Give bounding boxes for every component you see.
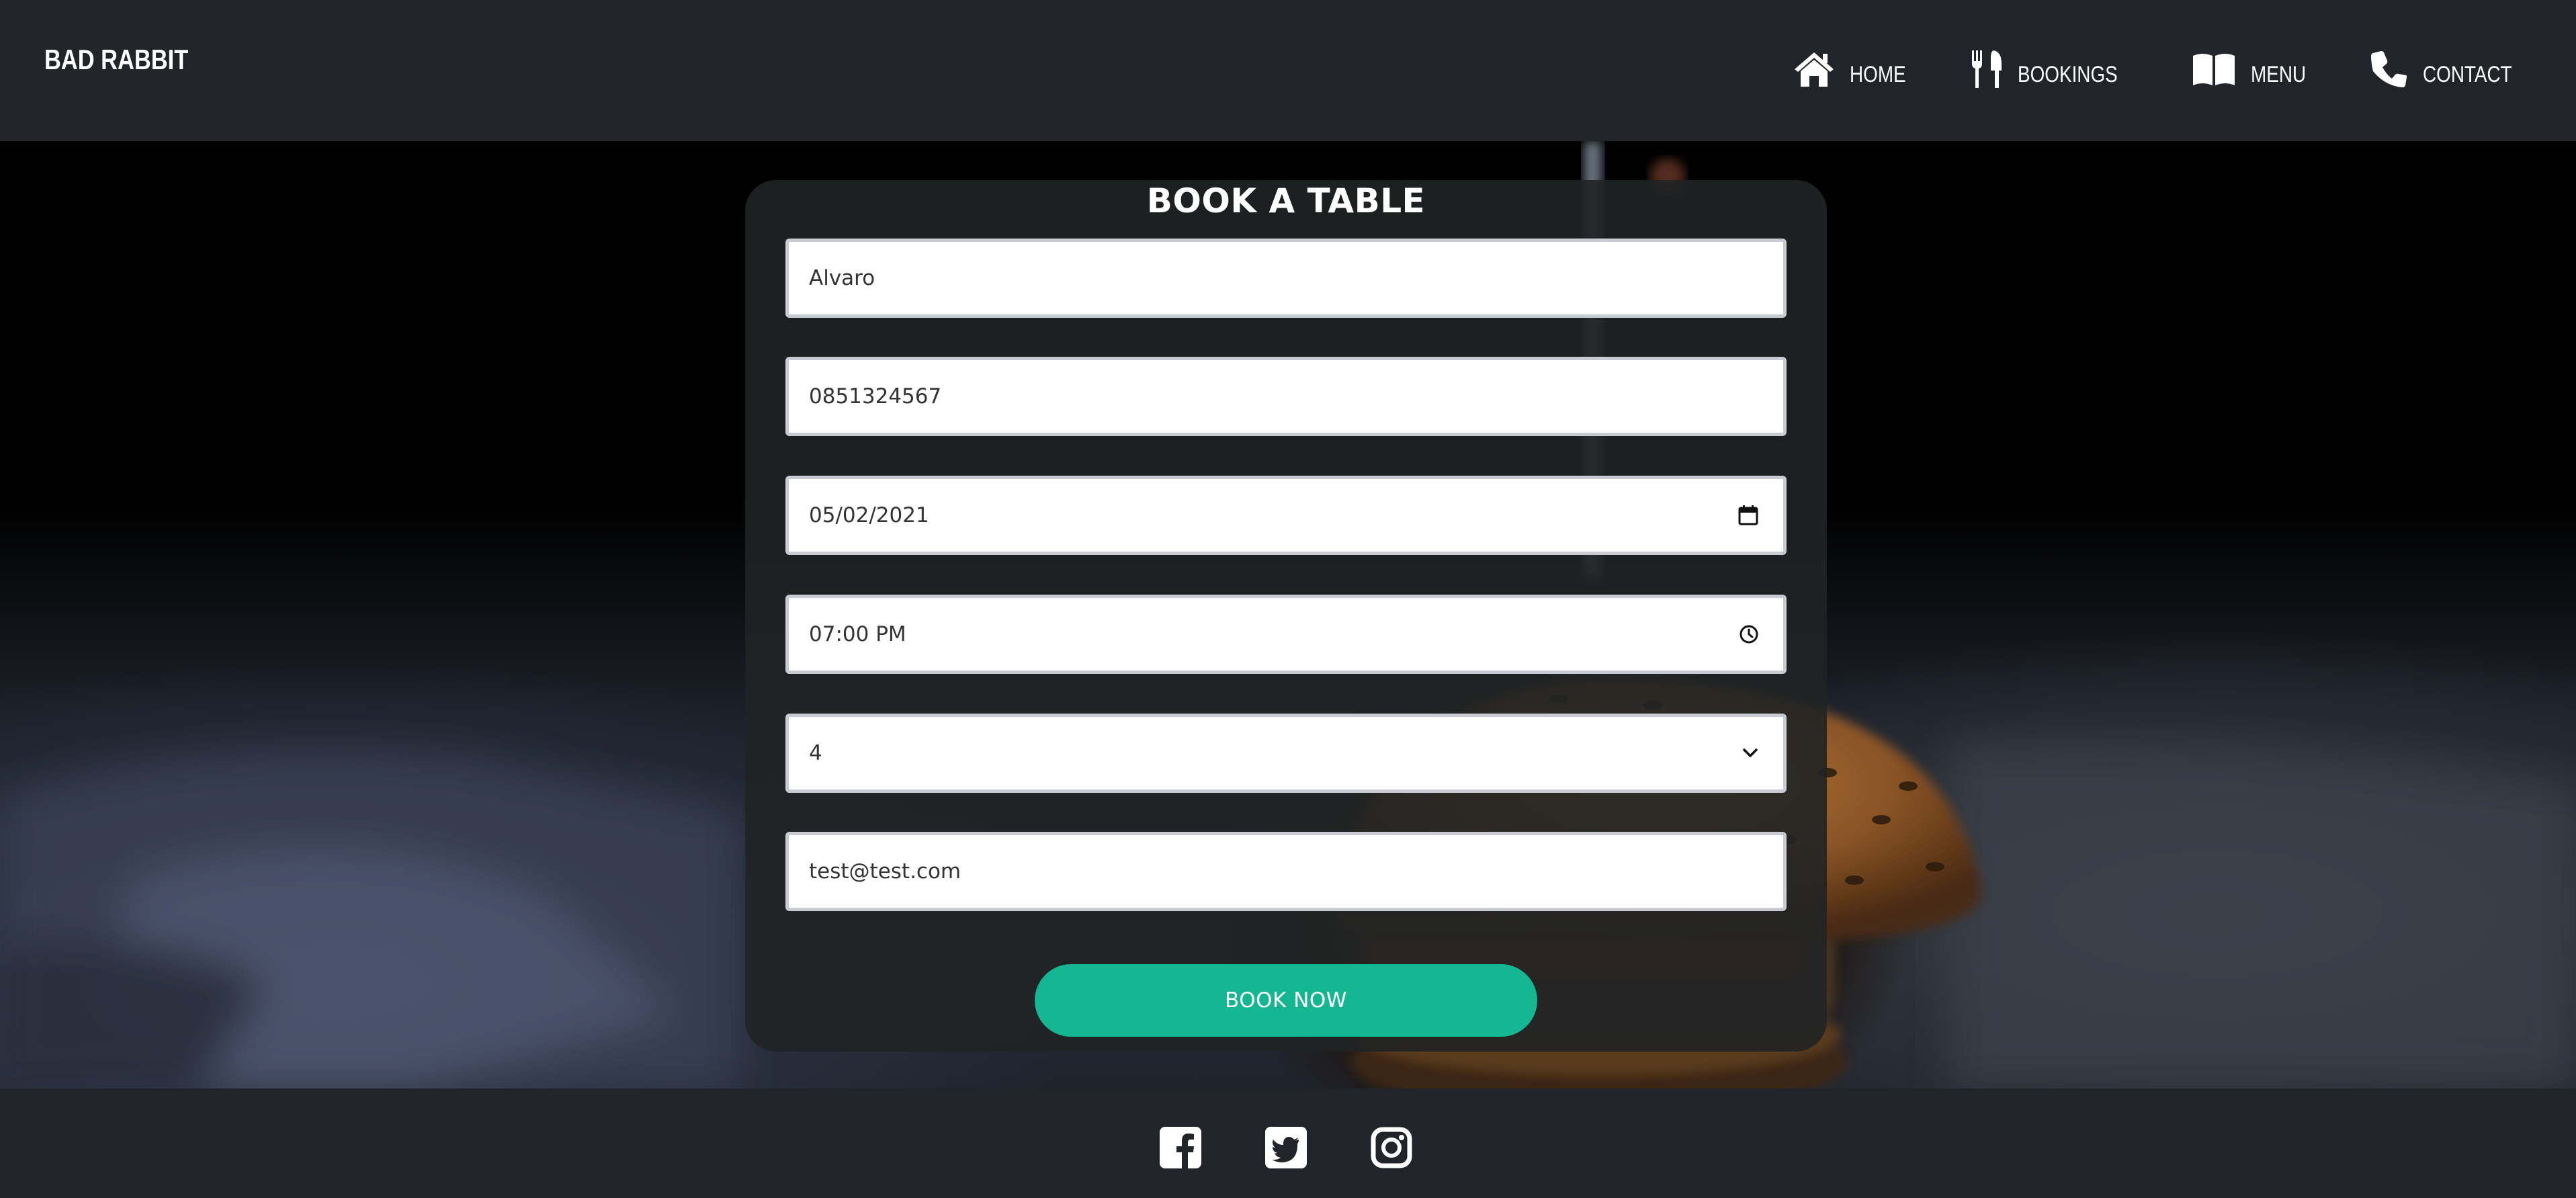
nav-link-contact[interactable]: CONTACT [2370, 50, 2522, 88]
email-input-value: test@test.com [809, 859, 961, 884]
date-input-value: 05/02/2021 [809, 503, 929, 527]
calendar-icon[interactable] [1737, 505, 1759, 526]
twitter-icon[interactable] [1265, 1127, 1307, 1168]
phone-input-value: 0851324567 [809, 384, 942, 409]
name-input-value: Alvaro [809, 266, 875, 290]
instagram-icon[interactable] [1371, 1127, 1412, 1168]
facebook-icon[interactable] [1160, 1127, 1201, 1168]
nav-link-label: MENU [2251, 61, 2307, 87]
guests-select[interactable]: 4 [785, 714, 1787, 793]
guests-select-value: 4 [809, 741, 822, 765]
nav-link-home[interactable]: HOME [1793, 51, 1909, 87]
footer [0, 1088, 2576, 1198]
phone-icon [2370, 50, 2408, 88]
home-icon [1793, 51, 1835, 87]
nav-links: HOME BOOKINGS MENU CONTACT [1793, 49, 2522, 89]
clock-icon[interactable] [1739, 624, 1759, 644]
utensils-icon [1971, 49, 2003, 89]
date-input[interactable]: 05/02/2021 [785, 476, 1787, 555]
time-input-value: 07:00 PM [809, 622, 906, 646]
phone-input[interactable]: 0851324567 [785, 357, 1787, 436]
navbar: BAD RABBIT HOME BOOKINGS MENU CONTACT [0, 0, 2576, 141]
nav-link-label: BOOKINGS [2017, 61, 2118, 87]
book-now-button[interactable]: BOOK NOW [1035, 964, 1537, 1037]
name-input[interactable]: Alvaro [785, 239, 1787, 318]
nav-link-menu[interactable]: MENU [2192, 52, 2309, 87]
nav-link-label: CONTACT [2423, 61, 2512, 87]
email-input[interactable]: test@test.com [785, 832, 1787, 911]
chevron-down-icon [1742, 747, 1759, 759]
brand-logo[interactable]: BAD RABBIT [44, 44, 188, 76]
nav-link-label: HOME [1849, 61, 1906, 87]
form-title: BOOK A TABLE [1146, 181, 1426, 220]
nav-link-bookings[interactable]: BOOKINGS [1971, 49, 2130, 89]
book-open-icon [2192, 52, 2236, 87]
time-input[interactable]: 07:00 PM [785, 595, 1787, 674]
